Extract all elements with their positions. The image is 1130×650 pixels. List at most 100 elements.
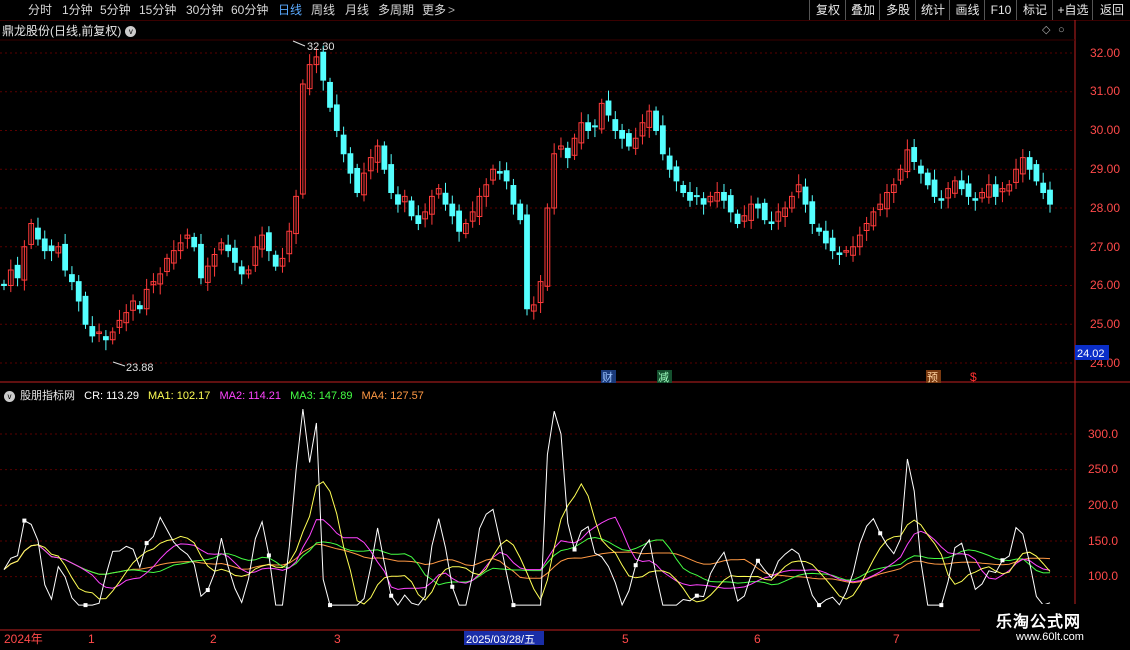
period-tab-5min[interactable]: 5分钟 [100,2,131,18]
overlay-button[interactable]: 叠加 [845,0,880,20]
candle-body [1019,157,1026,175]
grid-layer [0,52,1075,578]
candle-body [367,157,374,172]
cr-marker [755,558,760,563]
candle-body [204,265,211,283]
date-label: 5 [622,632,629,646]
period-tab-60min[interactable]: 60分钟 [231,2,268,18]
ma2-value: MA2: 114.21 [219,390,282,402]
draw-line-button[interactable]: 画线 [949,0,985,20]
candle-body [856,234,863,248]
candle-body [415,215,422,224]
indicator-chevron-icon[interactable]: v [4,390,15,402]
watermark-url: www.60lt.com [1016,631,1084,643]
candle-body [619,130,625,139]
price-tick: 30.00 [1090,123,1120,137]
candle-body [177,242,184,252]
price-tick: 31.00 [1090,84,1120,98]
period-tab-timeshare[interactable]: 分时 [28,2,52,18]
candle-body [490,168,496,181]
candle-body [775,211,782,222]
back-button[interactable]: 返回 [1092,0,1130,20]
stock-name: 鼎龙股份 [2,24,51,38]
candle-body [191,236,198,248]
candle-body [408,200,415,217]
candle-body [35,227,41,240]
statistics-button[interactable]: 统计 [915,0,950,20]
indicator-axis: 300.0 250.0 200.0 150.0 100.0 [1088,427,1118,583]
candle-body [7,269,14,286]
candle-body [340,134,347,155]
period-tab-monthly[interactable]: 月线 [345,2,369,18]
candle-body [952,180,958,194]
candle-body [707,195,714,203]
indicator-tick: 200.0 [1088,498,1118,512]
ma2-line [3,516,1051,590]
cr-marker [694,593,699,598]
indicator-lines [3,408,1051,608]
multi-stock-button[interactable]: 多股 [879,0,916,20]
price-tick: 26.00 [1090,278,1120,292]
candle-body [1040,182,1047,193]
period-tab-30min[interactable]: 30分钟 [186,2,223,18]
candle-body [578,122,585,144]
candle-body [510,185,517,205]
event-reduce-label: 减 [658,371,669,384]
candle-body [259,234,266,250]
date-label: 7 [893,632,900,646]
candle-body [768,221,775,224]
date-label: 1 [88,632,95,646]
event-reduce-icon [657,370,672,383]
candle-body [836,252,843,255]
f10-button[interactable]: F10 [984,0,1017,20]
candle-body [958,180,965,190]
candle-body [877,203,884,211]
more-chevron-icon[interactable]: > [448,2,455,18]
candle-body [666,155,673,170]
chart-area[interactable]: 32.00 31.00 30.00 29.00 28.00 27.00 26.0… [0,0,1130,650]
period-tab-more[interactable]: 更多 [422,2,446,18]
chevron-down-icon[interactable]: v [125,26,137,38]
indicator-tick: 300.0 [1088,427,1118,441]
ma1-line [3,481,1051,605]
period-tab-multi[interactable]: 多周期 [378,2,414,18]
indicator-name[interactable]: 股朋指标网 [20,390,75,402]
candle-body [96,331,102,335]
candle-body [558,145,564,150]
candle-body [476,195,483,218]
candle-body [123,312,130,324]
candle-body [721,192,727,201]
candle-body [483,184,490,197]
period-tab-daily[interactable]: 日线 [278,2,302,18]
candle-body [829,237,836,252]
candle-body [816,227,822,232]
candle-body [272,254,279,267]
event-forecast-label: 预 [927,371,938,384]
candle-body [1,283,7,286]
candle-body [313,56,320,66]
cr-marker [572,547,577,552]
restore-rights-button[interactable]: 复权 [809,0,846,20]
candle-body [279,257,286,267]
period-tab-15min[interactable]: 15分钟 [139,2,176,18]
candle-body [693,195,700,198]
mark-button[interactable]: 标记 [1016,0,1053,20]
candle-body [469,211,476,222]
candle-body [150,281,157,286]
candle-body [306,64,313,90]
candle-body [598,102,605,130]
period-tab-1min[interactable]: 1分钟 [62,2,93,18]
event-finance-icon [601,370,616,383]
indicator-tick: 250.0 [1088,462,1118,476]
candle-body [89,326,96,337]
cr-marker [22,518,27,523]
candle-body [48,245,55,252]
period-tab-weekly[interactable]: 周线 [311,2,335,18]
add-favorite-button[interactable]: +自选 [1052,0,1093,20]
candle-body [863,223,870,231]
candle-body [218,242,225,251]
cr-marker [1000,558,1005,563]
candle-body [938,198,945,201]
candle-body [870,211,877,227]
candle-body [116,319,123,328]
